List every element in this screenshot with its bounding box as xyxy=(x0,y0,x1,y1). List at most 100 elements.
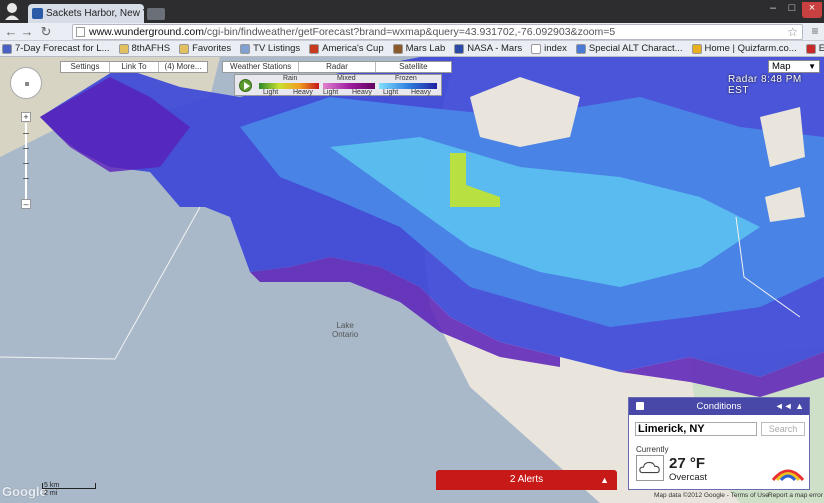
bookmark-item[interactable]: E-ZPass® New York xyxy=(805,43,824,54)
bookmark-favicon-icon xyxy=(309,43,320,54)
scale-mi: 2 mi xyxy=(44,490,58,497)
tab-favicon-icon xyxy=(32,8,43,19)
new-tab-button[interactable] xyxy=(147,8,165,20)
link-to-button[interactable]: Link To xyxy=(110,62,159,72)
bookmark-favicon-icon xyxy=(392,43,403,54)
bookmark-label: 7-Day Forecast for L... xyxy=(15,43,110,54)
map-data-credit: Map data ©2012 Google - Terms of Use xyxy=(654,492,769,499)
scale-km: 5 km xyxy=(44,482,60,489)
tab-radar[interactable]: Radar xyxy=(299,62,376,72)
user-profile-icon[interactable] xyxy=(4,2,20,20)
bookmark-item[interactable]: Mars Lab xyxy=(392,43,446,54)
chevron-down-icon: ▼ xyxy=(808,62,816,71)
map-type-select[interactable]: Map ▼ xyxy=(768,60,820,73)
bookmark-item[interactable]: index xyxy=(531,43,567,54)
search-button[interactable]: Search xyxy=(761,422,805,436)
bookmark-item[interactable]: Favorites xyxy=(179,43,231,54)
expand-alerts-icon[interactable]: ▲ xyxy=(600,470,609,490)
map-type-value: Map xyxy=(772,61,791,72)
bookmark-favicon-icon xyxy=(2,43,12,54)
map-toolbar-left: Settings Link To (4) More... xyxy=(60,61,208,73)
bookmark-label: index xyxy=(544,43,567,54)
bookmark-star-icon[interactable]: ☆ xyxy=(787,25,798,39)
bookmark-item[interactable]: Home | Quizfarm.co... xyxy=(691,43,797,54)
tab-satellite[interactable]: Satellite xyxy=(376,62,451,72)
tab-weather-stations[interactable]: Weather Stations xyxy=(223,62,300,72)
menu-wrench-icon[interactable]: ≡ xyxy=(808,24,822,40)
bookmark-label: Home | Quizfarm.co... xyxy=(704,43,797,54)
weather-description: Overcast xyxy=(669,472,708,483)
panel-controls-icon[interactable]: ◄◄ ▲ xyxy=(775,398,804,415)
zoom-in-button[interactable]: + xyxy=(21,112,31,122)
bookmark-favicon-icon xyxy=(118,43,129,54)
report-error-link[interactable]: Report a map error xyxy=(768,492,823,499)
bookmark-label: 8thAFHS xyxy=(131,43,171,54)
map-layer-tabs: Weather Stations Radar Satellite xyxy=(222,61,452,73)
bookmarks-bar: 7-Day Forecast for L... 8thAFHS Favorites T… xyxy=(0,41,824,57)
legend-heavy: Heavy xyxy=(293,89,313,96)
zoom-slider-track[interactable] xyxy=(25,123,27,201)
zoom-tick xyxy=(23,178,29,179)
zoom-tick xyxy=(23,163,29,164)
maximize-icon[interactable]: □ xyxy=(783,2,801,18)
radar-legend: Rain Mixed Frozen Light Heavy Light Heav… xyxy=(234,74,442,96)
conditions-title: Conditions xyxy=(696,401,742,412)
bookmark-favicon-icon xyxy=(454,43,465,54)
legend-frozen: Frozen xyxy=(395,75,417,82)
reload-icon[interactable]: ↻ xyxy=(38,24,54,40)
browser-tab[interactable]: Sackets Harbor, New York × xyxy=(28,4,144,23)
bookmark-favicon-icon xyxy=(805,43,816,54)
address-bar[interactable]: www.wunderground.com/cgi-bin/findweather… xyxy=(72,24,803,40)
play-animation-icon[interactable] xyxy=(239,79,252,92)
settings-button[interactable]: Settings xyxy=(61,62,110,72)
tab-title: Sackets Harbor, New York xyxy=(46,8,144,19)
bookmark-label: NASA - Mars xyxy=(467,43,523,54)
google-logo: Google xyxy=(2,484,47,499)
bookmark-label: TV Listings xyxy=(253,43,301,54)
bookmark-item[interactable]: Special ALT Charact... xyxy=(575,43,683,54)
legend-rain: Rain xyxy=(283,75,298,82)
conditions-panel: Conditions ◄◄ ▲ Limerick, NY Search Curr… xyxy=(628,397,810,490)
lake-ontario-label: Lake Ontario xyxy=(332,321,358,339)
bookmark-item[interactable]: 7-Day Forecast for L... xyxy=(2,43,110,54)
lake-label-line1: Lake xyxy=(336,321,354,330)
radar-timestamp: Radar 8:48 PM EST xyxy=(728,74,802,96)
alerts-bar[interactable]: 2 Alerts ▲ xyxy=(436,470,617,490)
zoom-out-button[interactable]: – xyxy=(21,199,31,209)
zoom-tick xyxy=(23,148,29,149)
legend-light: Light xyxy=(383,89,399,96)
forward-icon[interactable]: → xyxy=(20,24,34,40)
lake-label-line2: Ontario xyxy=(332,330,359,339)
more-button[interactable]: (4) More... xyxy=(159,62,207,72)
bookmark-label: E-ZPass® New York xyxy=(819,43,824,54)
bookmark-item[interactable]: America's Cup xyxy=(309,43,384,54)
legend-heavy: Heavy xyxy=(411,89,431,96)
browser-toolbar: ← → ↻ www.wunderground.com/cgi-bin/findw… xyxy=(0,23,824,41)
url-path: /cgi-bin/findweather/getForecast?brand=w… xyxy=(203,26,616,38)
wunderground-logo xyxy=(771,469,805,482)
close-window-icon[interactable]: × xyxy=(802,2,822,18)
bookmark-item[interactable]: 8thAFHS xyxy=(118,43,171,54)
url-host: www.wunderground.com xyxy=(89,26,204,38)
bookmark-favicon-icon xyxy=(575,43,586,54)
currently-label: Currently xyxy=(636,445,669,454)
bookmark-item[interactable]: NASA - Mars xyxy=(454,43,522,54)
bookmark-favicon-icon xyxy=(179,43,190,54)
minimize-icon[interactable]: – xyxy=(764,2,782,18)
back-icon[interactable]: ← xyxy=(4,24,18,40)
bookmark-label: Special ALT Charact... xyxy=(588,43,683,54)
location-field[interactable]: Limerick, NY xyxy=(635,422,757,436)
conditions-header: Conditions ◄◄ ▲ xyxy=(629,398,809,415)
bookmark-item[interactable]: TV Listings xyxy=(240,43,300,54)
legend-mixed: Mixed xyxy=(337,75,356,82)
bookmark-favicon-icon xyxy=(531,43,542,54)
pan-control[interactable] xyxy=(10,67,42,99)
bookmark-favicon-icon xyxy=(691,43,702,54)
legend-light: Light xyxy=(263,89,279,96)
temperature: 27 °F xyxy=(669,455,706,472)
lock-icon[interactable] xyxy=(636,402,644,410)
zoom-tick xyxy=(23,133,29,134)
bookmark-label: Mars Lab xyxy=(405,43,446,54)
bookmark-label: Favorites xyxy=(192,43,232,54)
page-icon xyxy=(76,27,85,37)
